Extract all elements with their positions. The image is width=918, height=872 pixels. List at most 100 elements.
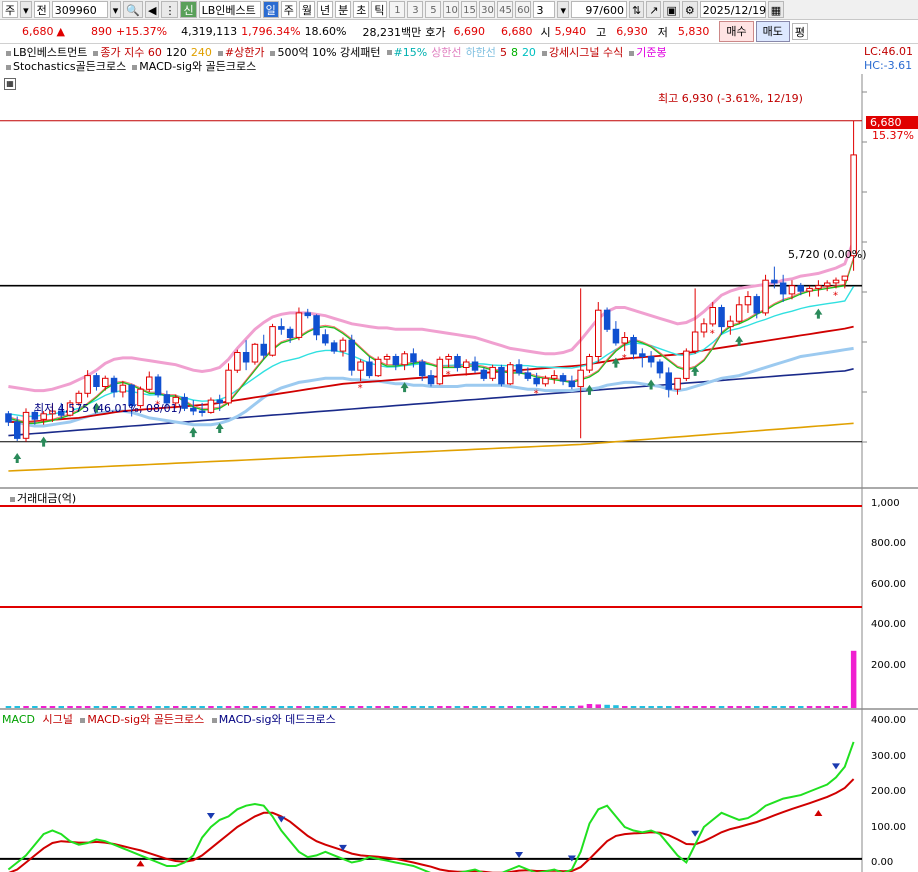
code-dropdown-icon[interactable]: ▾ <box>109 1 122 18</box>
dropdown-icon[interactable]: ▾ <box>20 1 32 18</box>
minute-60[interactable]: 60 <box>515 1 532 18</box>
candle-body <box>533 377 540 385</box>
stock-chart[interactable]: ******* <box>0 74 918 872</box>
legend-item[interactable]: 20 <box>522 46 536 59</box>
macd-tick: 400.00 <box>871 715 906 726</box>
volume: 4,319,113 <box>181 25 238 38</box>
legend-item[interactable]: 240 <box>191 46 212 59</box>
volume-bar <box>516 706 522 708</box>
volume-bar <box>674 706 681 708</box>
candle-body <box>727 320 734 328</box>
save-icon[interactable]: ▣ <box>663 1 680 18</box>
legend-item[interactable]: Stochastics골든크로스 <box>6 58 126 74</box>
period-month[interactable]: 월 <box>298 1 315 18</box>
candle-body <box>771 279 778 284</box>
volume-bar <box>401 706 408 708</box>
search-icon[interactable]: 🔍 <box>123 1 144 18</box>
star-marker-icon: * <box>446 369 451 380</box>
period-week[interactable]: 주 <box>280 1 297 18</box>
volume-bar <box>164 706 170 708</box>
volume-bar <box>14 706 20 708</box>
minute-15[interactable]: 15 <box>461 1 478 18</box>
ask-price-1: 6,690 <box>453 25 486 38</box>
interval-dropdown-icon[interactable]: ▾ <box>557 1 570 18</box>
period-year[interactable]: 년 <box>316 1 334 18</box>
market-select[interactable]: 주 <box>2 1 19 18</box>
options-icon[interactable]: ⋮ <box>161 1 179 18</box>
candle-body <box>207 399 215 413</box>
minute-45[interactable]: 45 <box>497 1 514 18</box>
candle-body <box>242 352 250 363</box>
legend-item[interactable]: 120 <box>166 46 187 59</box>
draw-tool-icon[interactable]: ↗ <box>646 1 662 18</box>
calendar-icon[interactable]: ▦ <box>767 1 785 18</box>
candle-body <box>630 337 637 355</box>
legend-item[interactable]: 500억 10% 강세패턴 <box>270 44 381 60</box>
stock-name: LB인베스트 <box>198 1 261 18</box>
volume-bar <box>657 706 663 708</box>
quote-bar: 6,680 ▲ 890 +15.37% 4,319,113 1,796.34% … <box>0 20 918 44</box>
minute-3[interactable]: 3 <box>407 1 424 18</box>
candle-body <box>234 352 241 371</box>
interval-input[interactable]: 3 <box>533 1 556 18</box>
sell-button[interactable]: 매도 <box>755 21 790 42</box>
minute-1[interactable]: 1 <box>389 1 406 18</box>
volume-bar <box>604 704 610 708</box>
period-tick[interactable]: 틱 <box>371 1 388 18</box>
volume-bar <box>648 706 654 708</box>
minute-5[interactable]: 5 <box>425 1 442 18</box>
period-day[interactable]: 일 <box>262 1 279 18</box>
volume-bar <box>252 706 258 708</box>
prev-button[interactable]: 전 <box>33 1 50 18</box>
ask-price-2: 6,680 <box>501 25 533 38</box>
volume-bar <box>32 706 38 708</box>
candle-body <box>753 296 760 314</box>
date-field[interactable]: 2025/12/19 <box>699 1 766 18</box>
volume-bar <box>76 706 82 708</box>
volume-bar <box>419 706 425 708</box>
legend-item[interactable]: 강세시그널 수식 <box>541 44 623 60</box>
minute-10[interactable]: 10 <box>443 1 460 18</box>
candle-body <box>445 356 452 360</box>
volume-bar <box>622 706 628 708</box>
stock-code-input[interactable]: 309960 <box>51 1 108 18</box>
candle-body <box>498 366 505 385</box>
volume-bar <box>577 705 584 708</box>
legend-item[interactable]: 8 <box>511 46 518 59</box>
candle-body <box>718 307 725 328</box>
legend-item[interactable]: 하한선 <box>466 44 496 60</box>
volume-bar <box>58 706 64 708</box>
volume-bar <box>331 706 337 708</box>
volume-bar <box>507 706 513 708</box>
eval-button[interactable]: 평 <box>791 23 808 40</box>
speaker-icon[interactable]: ◀ <box>145 1 160 18</box>
period-second[interactable]: 초 <box>353 1 370 18</box>
chart-tool-icon[interactable]: ⇅ <box>629 1 645 18</box>
legend-item[interactable]: 기준봉 <box>629 44 667 60</box>
candle-body <box>559 375 567 382</box>
legend-item[interactable]: #15% <box>386 46 427 59</box>
gear-icon[interactable]: ⚙ <box>681 1 698 18</box>
volume-bar <box>798 706 804 708</box>
candle-body <box>815 285 822 289</box>
candle-body <box>419 361 426 377</box>
volume-bar <box>542 706 549 708</box>
minute-30[interactable]: 30 <box>479 1 496 18</box>
buy-button[interactable]: 매수 <box>719 21 754 42</box>
legend-item[interactable]: MACD-sig와 골든크로스 <box>132 58 256 74</box>
volume-tick: 400.00 <box>871 619 906 630</box>
candle-body <box>841 275 849 281</box>
volume-bar <box>23 706 29 708</box>
count-field[interactable]: 97/600 <box>571 1 628 18</box>
candle-body <box>374 358 382 377</box>
volume-bar <box>833 706 839 708</box>
candle-body <box>542 377 549 385</box>
candle-body <box>489 366 496 379</box>
candle-body <box>339 339 347 352</box>
volume-bar <box>155 706 161 708</box>
period-minute[interactable]: 분 <box>335 1 352 18</box>
legend-item[interactable]: 상한선 <box>431 44 461 60</box>
volume-bar <box>586 704 593 708</box>
legend-item[interactable]: 5 <box>500 46 507 59</box>
volume-bar <box>683 706 690 708</box>
